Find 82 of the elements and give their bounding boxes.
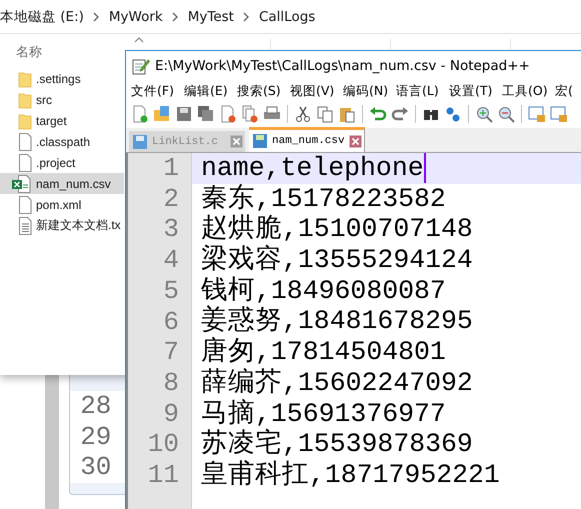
code-line: 薛编芥,15602247092 <box>201 368 473 398</box>
file-tab[interactable]: nam_num.csv <box>249 127 365 152</box>
chevron-icon <box>172 12 179 22</box>
file-icon <box>18 154 32 172</box>
file-row[interactable]: .settings <box>0 68 124 89</box>
file-row[interactable]: src <box>0 89 124 110</box>
notepad-icon <box>132 57 150 75</box>
menu-item[interactable]: 编辑(E) <box>184 82 237 100</box>
line-number: 4 <box>163 245 179 276</box>
file-name: pom.xml <box>36 198 82 212</box>
line-number: 1 <box>163 153 179 184</box>
file-row[interactable]: nam_num.csv <box>0 173 124 194</box>
save-icon <box>252 133 268 149</box>
save-icon[interactable] <box>175 104 193 122</box>
text-file-icon <box>18 216 32 234</box>
redo-icon[interactable] <box>391 104 409 122</box>
menu-item[interactable]: 工具(O) <box>502 82 555 100</box>
file-row[interactable]: target <box>0 110 124 131</box>
file-name: target <box>36 114 67 128</box>
breadcrumb-item[interactable]: MyWork <box>108 8 163 24</box>
cut-icon[interactable] <box>294 104 312 122</box>
folder-icon <box>18 90 32 108</box>
close-all-icon[interactable] <box>241 104 259 122</box>
file-name: .project <box>36 156 76 170</box>
copy-icon[interactable] <box>316 104 334 122</box>
menu-item[interactable]: 设置(T) <box>449 82 502 100</box>
zoom-out-icon[interactable] <box>497 104 515 122</box>
file-row[interactable]: pom.xml <box>0 194 124 215</box>
breadcrumb-item[interactable]: 本地磁盘 (E:) <box>0 8 84 26</box>
spreadsheet-file-icon <box>12 174 32 192</box>
code-line: 唐匆,17814504801 <box>201 337 446 368</box>
save-icon <box>132 134 148 150</box>
code-line: 马摘,15691376977 <box>201 398 446 428</box>
undo-icon[interactable] <box>369 104 387 122</box>
column-header[interactable]: 名称 <box>8 41 50 71</box>
menu-item[interactable]: 语言(L) <box>396 82 449 100</box>
code-line: 赵烘脆,15100707148 <box>201 214 473 244</box>
file-name: nam_num.csv <box>36 176 111 190</box>
zoom-in-icon[interactable] <box>475 104 493 122</box>
folder-icon <box>18 70 32 88</box>
close-icon[interactable] <box>230 135 243 148</box>
file-name: .classpath <box>36 134 90 148</box>
new-file-icon[interactable] <box>131 104 149 122</box>
code-line: name,telephone <box>201 153 424 184</box>
menu-item[interactable]: 编码(N) <box>343 82 396 100</box>
line-number: 6 <box>163 306 179 338</box>
file-icon <box>18 132 32 150</box>
file-row[interactable]: 新建文本文档.tx <box>0 215 124 236</box>
folder-icon <box>18 112 32 130</box>
breadcrumb-item[interactable]: CallLogs <box>258 8 316 24</box>
close-file-icon[interactable] <box>219 104 237 122</box>
line-number: 5 <box>163 276 179 307</box>
menu-item[interactable]: 文件(F) <box>131 82 184 100</box>
file-name: 新建文本文档.tx <box>36 217 121 234</box>
breadcrumb-item[interactable]: MyTest <box>188 8 234 24</box>
chevron-icon <box>92 12 100 22</box>
menu-item[interactable]: 搜索(S) <box>237 82 290 100</box>
line-number: 7 <box>163 337 179 368</box>
chevron-icon <box>242 12 250 22</box>
code-line: 秦东,15178223582 <box>201 184 446 214</box>
file-row[interactable]: .classpath <box>0 131 124 152</box>
line-number: 11 <box>148 460 179 491</box>
line-number: 2 <box>163 184 179 214</box>
code-line: 钱柯,18496080087 <box>201 276 446 306</box>
line-number: 8 <box>163 368 179 399</box>
code-line: 姜惑努,18481678295 <box>201 306 473 336</box>
code-line: 苏凌宅,15539878369 <box>201 429 473 460</box>
code-line: 皇甫科扛,18717952221 <box>201 460 500 491</box>
open-folder-icon[interactable] <box>153 104 171 122</box>
menu-item[interactable]: 视图(V) <box>290 82 343 100</box>
window-title: E:\MyWork\MyTest\CallLogs\nam_num.csv - Notepad++ <box>155 58 530 74</box>
code-line: 梁戏容,13555294124 <box>201 245 473 276</box>
file-name: .settings <box>36 72 81 86</box>
line-number: 3 <box>163 214 179 246</box>
line-number: 9 <box>163 398 179 430</box>
file-icon <box>18 196 32 214</box>
close-icon[interactable] <box>348 134 362 148</box>
file-row[interactable]: .project <box>0 152 124 173</box>
file-name: src <box>36 92 52 106</box>
text-cursor <box>424 153 426 184</box>
menu-item[interactable]: 宏( <box>555 82 581 100</box>
line-number: 10 <box>148 429 179 460</box>
